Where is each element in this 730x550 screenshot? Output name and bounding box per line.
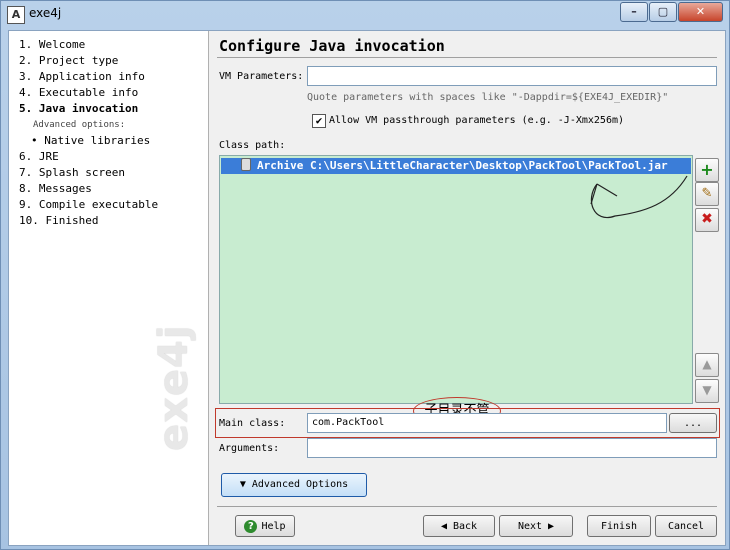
step-list: 1. Welcome 2. Project type 3. Applicatio…: [19, 37, 158, 229]
finish-button[interactable]: Finish: [587, 515, 651, 537]
wizard-body: 1. Welcome 2. Project type 3. Applicatio…: [8, 30, 726, 546]
window-controls: – ▢ ✕: [619, 2, 723, 22]
arrow-scribble: [590, 175, 688, 219]
step-application-info[interactable]: 3. Application info: [19, 69, 158, 85]
help-button[interactable]: ? Help: [235, 515, 295, 537]
vm-parameters-input[interactable]: [307, 66, 717, 86]
class-path-entry-text: Archive C:\Users\LittleCharacter\Desktop…: [257, 159, 668, 172]
back-button[interactable]: ◀ Back: [423, 515, 495, 537]
class-path-entry[interactable]: Archive C:\Users\LittleCharacter\Desktop…: [221, 158, 691, 174]
move-up-button[interactable]: ▲: [695, 353, 719, 377]
add-classpath-button[interactable]: +: [695, 158, 719, 182]
exe4j-watermark: exe4j: [151, 324, 197, 451]
advanced-options-label: Advanced options:: [33, 120, 126, 130]
page-title: Configure Java invocation: [219, 37, 445, 55]
help-icon: ?: [244, 520, 258, 533]
close-button[interactable]: ✕: [678, 2, 723, 22]
content-pane: Configure Java invocation VM Parameters:…: [209, 31, 725, 545]
move-down-button[interactable]: ▼: [695, 379, 719, 403]
footer-divider: [217, 506, 717, 507]
advanced-options-button[interactable]: ▼ Advanced Options: [221, 473, 367, 497]
class-path-list[interactable]: Archive C:\Users\LittleCharacter\Desktop…: [219, 155, 693, 425]
browse-main-class-button[interactable]: ...: [669, 413, 717, 433]
window-title: exe4j: [29, 6, 62, 20]
step-jre[interactable]: 6. JRE: [19, 149, 158, 165]
app-window: A exe4j – ▢ ✕ 1. Welcome 2. Project type…: [0, 0, 730, 550]
arguments-label: Arguments:: [219, 443, 280, 454]
main-class-label: Main class:: [219, 418, 286, 429]
main-class-input[interactable]: com.PackTool: [307, 413, 667, 433]
arguments-input[interactable]: [307, 438, 717, 458]
steps-pane: 1. Welcome 2. Project type 3. Applicatio…: [9, 31, 209, 545]
step-finished[interactable]: 10. Finished: [19, 213, 158, 229]
next-button[interactable]: Next ▶: [499, 515, 573, 537]
vm-passthrough-label: Allow VM passthrough parameters (e.g. -J…: [329, 115, 625, 126]
step-project-type[interactable]: 2. Project type: [19, 53, 158, 69]
vm-parameters-label: VM Parameters:: [219, 71, 304, 82]
class-path-label: Class path:: [219, 140, 286, 151]
minimize-button[interactable]: –: [620, 2, 648, 22]
cancel-button[interactable]: Cancel: [655, 515, 717, 537]
vm-parameters-hint: Quote parameters with spaces like "-Dapp…: [307, 92, 669, 103]
step-messages[interactable]: 8. Messages: [19, 181, 158, 197]
step-welcome[interactable]: 1. Welcome: [19, 37, 158, 53]
title-bar[interactable]: A exe4j – ▢ ✕: [1, 1, 729, 27]
vm-passthrough-checkbox[interactable]: ✔: [312, 114, 326, 128]
step-native-libraries[interactable]: • Native libraries: [19, 133, 158, 149]
maximize-button[interactable]: ▢: [649, 2, 677, 22]
step-java-invocation[interactable]: 5. Java invocation: [19, 101, 158, 117]
title-divider: [217, 57, 717, 58]
archive-icon: [241, 158, 251, 171]
app-icon: A: [7, 6, 25, 24]
remove-classpath-button[interactable]: ✖: [695, 208, 719, 232]
step-executable-info[interactable]: 4. Executable info: [19, 85, 158, 101]
step-splash-screen[interactable]: 7. Splash screen: [19, 165, 158, 181]
help-label: Help: [261, 521, 286, 532]
edit-classpath-button[interactable]: ✎: [695, 182, 719, 206]
step-compile-executable[interactable]: 9. Compile executable: [19, 197, 158, 213]
